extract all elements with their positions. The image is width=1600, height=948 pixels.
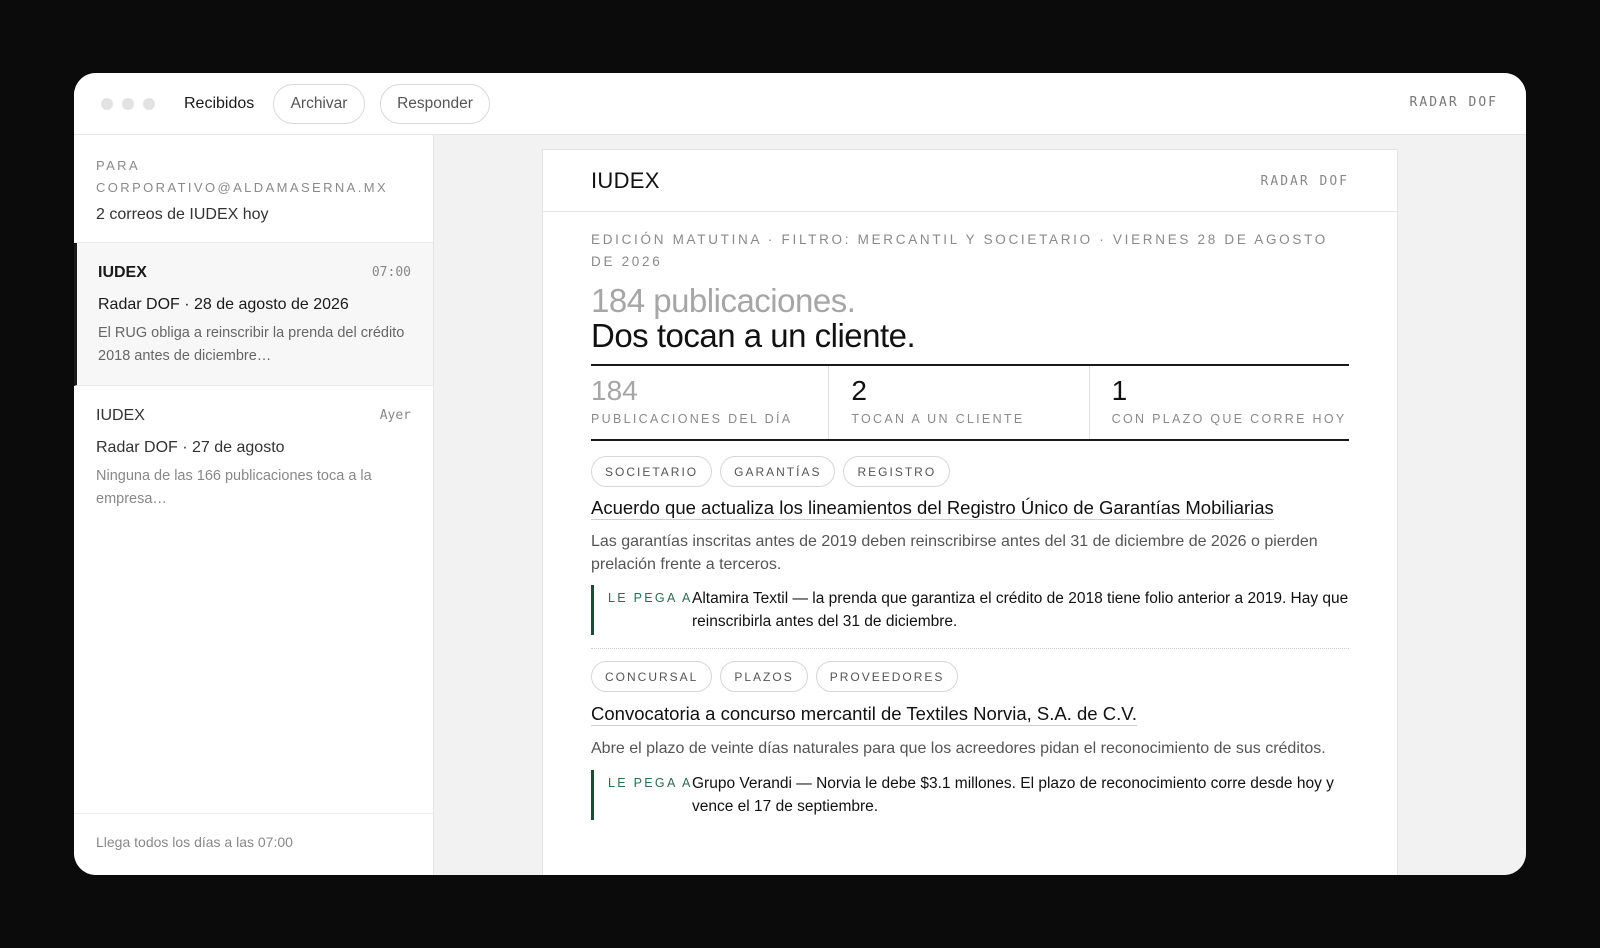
delivery-schedule-note: Llega todos los días a las 07:00: [74, 813, 433, 875]
mail-list-item-selected[interactable]: IUDEX 07:00 Radar DOF · 28 de agosto de …: [74, 243, 433, 386]
sender-logo: IUDEX: [591, 168, 660, 193]
publication-item: SOCIETARIO GARANTÍAS REGISTRO Acuerdo qu…: [591, 456, 1349, 635]
mail-window: Recibidos Archivar Responder RADAR DOF P…: [74, 73, 1526, 875]
mail-time: 07:00: [371, 265, 411, 280]
stat-label: CON PLAZO QUE CORRE HOY: [1111, 412, 1347, 426]
mail-subject: Radar DOF · 28 de agosto de 2026: [98, 296, 349, 313]
publication-description: Las garantías inscritas antes de 2019 de…: [591, 533, 1318, 573]
tag: SOCIETARIO: [591, 456, 713, 487]
headline-main: Dos tocan a un cliente.: [591, 317, 916, 354]
client-impact-callout: LE PEGA A Altamira Textil — la prenda qu…: [591, 585, 1349, 635]
stats-row: 184 PUBLICACIONES DEL DÍA 2 TOCAN A UN C…: [591, 364, 1349, 441]
maximize-window-dot[interactable]: [143, 98, 155, 110]
window-controls: [101, 98, 155, 110]
stat-value: 184: [591, 375, 638, 406]
tag: GARANTÍAS: [720, 456, 836, 487]
client-impact-callout: LE PEGA A Grupo Verandi — Norvia le debe…: [591, 770, 1349, 820]
stat-label: TOCAN A UN CLIENTE: [851, 412, 1025, 426]
mail-preview: El RUG obliga a reinscribir la prenda de…: [98, 325, 405, 364]
newsletter-brand: RADAR DOF: [1260, 174, 1349, 189]
title-bar: Recibidos Archivar Responder RADAR DOF: [74, 73, 1526, 135]
publication-item: CONCURSAL PLAZOS PROVEEDORES Convocatori…: [591, 661, 1349, 820]
stat-deadlines-today: 1 CON PLAZO QUE CORRE HOY: [1088, 366, 1349, 439]
minimize-window-dot[interactable]: [122, 98, 134, 110]
publication-title-link[interactable]: Convocatoria a concurso mercantil de Tex…: [591, 701, 1137, 727]
mail-list-item[interactable]: IUDEX Ayer Radar DOF · 27 de agosto Ning…: [74, 386, 433, 522]
mail-sender: IUDEX: [98, 264, 147, 281]
inbox-title[interactable]: Recibidos: [184, 93, 254, 115]
recipient-address: CORPORATIVO@ALDAMASERNA.MX: [96, 180, 389, 195]
stat-publications: 184 PUBLICACIONES DEL DÍA: [591, 366, 828, 439]
mail-subject: Radar DOF · 27 de agosto: [96, 439, 285, 456]
tag: PLAZOS: [720, 661, 808, 692]
close-window-dot[interactable]: [101, 98, 113, 110]
mail-count-summary: 2 correos de IUDEX hoy: [96, 206, 269, 223]
publication-title-link[interactable]: Acuerdo que actualiza los lineamientos d…: [591, 495, 1274, 521]
impact-text: Altamira Textil — la prenda que garantiz…: [692, 590, 1349, 630]
email-header: IUDEX RADAR DOF: [543, 150, 1397, 212]
recipient-label: PARA: [96, 158, 141, 173]
impact-text: Grupo Verandi — Norvia le debe $3.1 mill…: [692, 775, 1334, 815]
tag-list: CONCURSAL PLAZOS PROVEEDORES: [591, 661, 1349, 692]
mail-preview: Ninguna de las 166 publicaciones toca a …: [96, 468, 372, 507]
reading-pane: IUDEX RADAR DOF EDICIÓN MATUTINA · FILTR…: [434, 135, 1526, 875]
stat-value: 2: [851, 375, 867, 406]
publication-description: Abre el plazo de veinte días naturales p…: [591, 740, 1326, 757]
tag: CONCURSAL: [591, 661, 713, 692]
impact-label: LE PEGA A: [608, 591, 693, 605]
mail-sender: IUDEX: [96, 407, 145, 424]
archive-button[interactable]: Archivar: [273, 84, 365, 124]
email-message: IUDEX RADAR DOF EDICIÓN MATUTINA · FILTR…: [542, 149, 1398, 875]
stat-value: 1: [1111, 375, 1128, 406]
app-brand: RADAR DOF: [1409, 95, 1498, 110]
sidebar-header: PARA CORPORATIVO@ALDAMASERNA.MX 2 correo…: [74, 135, 433, 243]
headline-count: 184 publicaciones.: [591, 282, 856, 319]
item-divider: [591, 648, 1349, 649]
mail-time: Ayer: [379, 408, 411, 423]
reply-button[interactable]: Responder: [380, 84, 490, 124]
tag: REGISTRO: [843, 456, 951, 487]
tag-list: SOCIETARIO GARANTÍAS REGISTRO: [591, 456, 1349, 487]
mail-sidebar: PARA CORPORATIVO@ALDAMASERNA.MX 2 correo…: [74, 135, 434, 875]
email-body: EDICIÓN MATUTINA · FILTRO: MERCANTIL Y S…: [591, 212, 1349, 820]
edition-line: EDICIÓN MATUTINA · FILTRO: MERCANTIL Y S…: [591, 232, 1328, 269]
impact-label: LE PEGA A: [608, 776, 693, 790]
tag: PROVEEDORES: [815, 661, 959, 692]
stat-label: PUBLICACIONES DEL DÍA: [591, 412, 793, 426]
stat-client-matches: 2 TOCAN A UN CLIENTE: [828, 366, 1088, 439]
